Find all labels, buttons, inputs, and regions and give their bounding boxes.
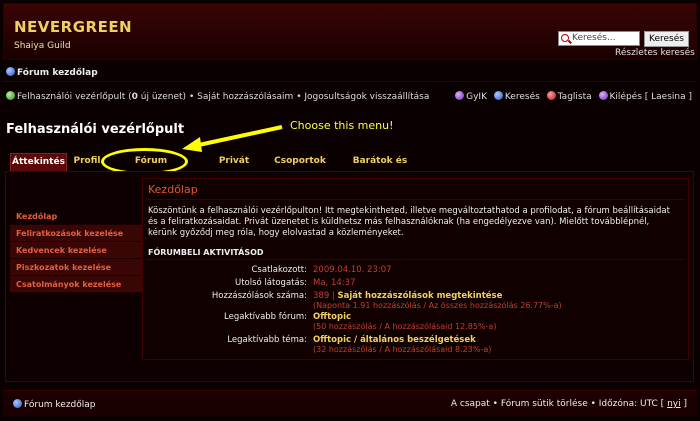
last-visit-value: Ma, 14:37 [313,278,356,288]
tab-private-messages[interactable]: Privát üzenetek [198,153,270,182]
logout-icon [598,91,608,100]
page: NEVERGREEN Shaiya Guild Keresés... Keres… [0,0,700,421]
posts-value: 389 | Saját hozzászólások megtekintése [313,291,503,301]
logout-link[interactable]: Kilépés [ Laesina ] [610,92,692,102]
posts-detail: (Naponta 1.91 hozzászólás / Az összes ho… [313,301,562,310]
tab-overview[interactable]: Áttekintés [10,153,67,171]
members-icon [546,91,556,100]
active-forum-link[interactable]: Offtopic [313,312,351,322]
active-topic-link[interactable]: Offtopic / általános beszélgetések [313,335,476,345]
page-title: Felhasználói vezérlőpult [6,122,185,137]
active-forum-value: Offtopic [313,312,351,322]
annotation-arrow [182,125,283,152]
sidebar-item-drafts[interactable]: Piszkozatok kezelése [10,259,142,276]
search-input[interactable]: Keresés... [558,31,640,46]
search-icon [561,34,569,42]
site-title[interactable]: NEVERGREEN [14,18,132,36]
new-messages-link[interactable]: (0 új üzenet) [128,92,186,102]
breadcrumb-home[interactable]: Fórum kezdőlap [17,68,98,78]
faq-link[interactable]: GyIK [466,92,487,102]
breadcrumb[interactable]: Fórum kezdőlap [6,67,98,78]
faq-icon [455,91,465,100]
posts-count: 389 [313,291,330,301]
joined-label: Csatlakozott: [251,265,308,275]
sidebar-item-subscriptions[interactable]: Feliratkozások kezelése [10,225,142,242]
footer-home-link[interactable]: Fórum kezdőlap [24,400,96,410]
home-icon [6,67,15,76]
site-subtitle: Shaiya Guild [14,41,71,51]
search-nav-icon [493,91,503,100]
members-link[interactable]: Taglista [558,92,592,102]
tab-profile[interactable]: Profil [70,153,104,171]
timezone-label: Időzóna: UTC [ [598,399,665,409]
view-own-posts-link[interactable]: Saját hozzászólások megtekintése [338,291,503,301]
posts-label: Hozzászólások száma: [211,291,307,301]
home-icon [13,399,22,408]
own-posts-link[interactable]: Saját hozzászólásaim [197,92,293,102]
content-title: Kezdőlap [148,183,198,196]
tab-friends-foes[interactable]: Barátok és haragosok [330,153,430,182]
active-topic-value: Offtopic / általános beszélgetések [313,335,476,345]
advanced-search-link[interactable]: Részletes keresés [615,48,695,58]
active-topic-detail: (32 hozzászólás / A hozzászólásaid 8.23%… [313,345,492,354]
delete-cookies-link[interactable]: Fórum sütik törlése [501,399,588,409]
footer: Fórum kezdőlap A csapat • Fórum sütik tö… [3,390,697,416]
footer-breadcrumb[interactable]: Fórum kezdőlap [13,399,96,410]
divider [3,81,697,82]
active-forum-detail: (50 hozzászólás / A hozzászólásaid 12.85… [313,322,497,331]
active-topic-label: Legaktívabb téma: [227,335,307,345]
joined-value: 2009.04.10. 23:07 [313,265,392,275]
search-placeholder: Keresés... [572,33,616,43]
sidebar-item-bookmarks[interactable]: Kedvencek kezelése [10,242,142,259]
ucp-link[interactable]: Felhasználói vezérlőpult [17,92,125,102]
sidebar: Kezdőlap Feliratkozások kezelése Kedvenc… [10,208,142,293]
tab-groups[interactable]: Csoportok [274,153,326,171]
activity-heading: FÓRUMBELI AKTIVITÁSOD [148,248,264,257]
sidebar-item-attachments[interactable]: Csatolmányok kezelése [10,276,142,293]
search-link[interactable]: Keresés [505,92,540,102]
ucp-icon [6,91,15,100]
user-navbar-right: GyIK Keresés Taglista Kilépés [ Laesina … [451,91,692,102]
intro-text: Köszöntünk a felhasználói vezérlőpulton!… [148,206,670,238]
active-forum-label: Legaktívabb fórum: [224,312,307,322]
dst-toggle[interactable]: nyi [667,399,681,409]
timezone-close: ] [683,399,687,409]
last-visit-label: Utolsó látogatás: [235,278,307,288]
site-header: NEVERGREEN Shaiya Guild Keresés... Keres… [3,3,697,60]
divider [146,199,685,200]
footer-links: A csapat • Fórum sütik törlése • Időzóna… [450,399,687,409]
divider [146,259,685,260]
search-button[interactable]: Keresés [644,31,689,47]
sidebar-item-home[interactable]: Kezdőlap [10,208,142,225]
user-navbar: Felhasználói vezérlőpult (0 új üzenet) •… [6,91,429,102]
team-link[interactable]: A csapat [451,399,490,409]
reset-permissions-link[interactable]: Jogosultságok visszaállítása [304,92,429,102]
annotation-text: Choose this menu! [290,119,394,132]
